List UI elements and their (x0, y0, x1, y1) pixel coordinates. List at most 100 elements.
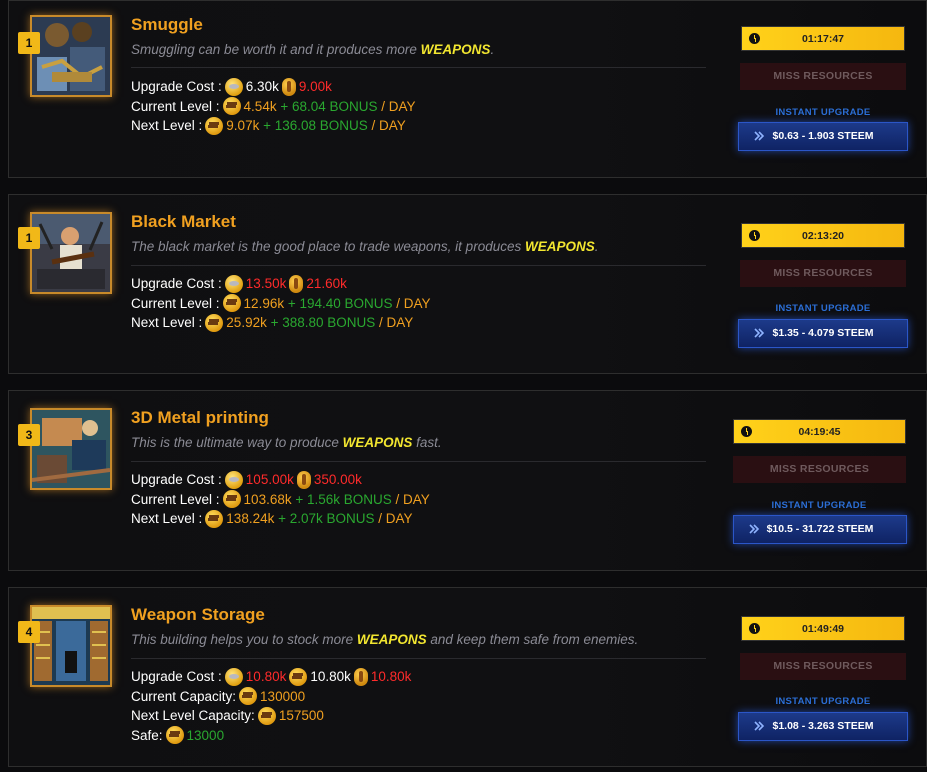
upgrade-timer: 04:19:45 (733, 419, 906, 444)
instant-upgrade-label: INSTANT UPGRADE (771, 500, 867, 511)
gun-icon (205, 509, 224, 528)
stat-label: Current Level : (131, 98, 220, 114)
divider (131, 265, 706, 266)
stat-value: + 1.56k BONUS (291, 491, 392, 507)
bottle-icon (289, 274, 304, 293)
building-image (30, 15, 112, 97)
stat-value: 4.54k (243, 98, 277, 114)
steem-icon (754, 131, 765, 141)
stat-row: Upgrade Cost : 10.80k 10.80k 10.80k (131, 667, 411, 687)
gun-icon (239, 687, 258, 706)
stat-label: Next Level : (131, 511, 203, 526)
building-description: Smuggling can be worth it and it produce… (131, 42, 495, 57)
building-title: Smuggle (131, 15, 203, 34)
clock-icon (749, 623, 760, 634)
building-description: The black market is the good place to tr… (131, 239, 599, 254)
coin-icon (224, 274, 243, 293)
stat-row: Next Level : 9.07k + 136.08 BONUS / DAY (131, 116, 416, 136)
building-card-smuggle: 1 Smuggle Smuggling can be worth it and … (8, 0, 927, 178)
stat-value: 157500 (278, 708, 324, 723)
stat-label: Current Level : (131, 491, 220, 507)
stat-label: Upgrade Cost : (131, 79, 222, 94)
stat-row: Next Level : 138.24k + 2.07k BONUS / DAY (131, 509, 430, 529)
miss-resources-button[interactable]: MISS RESOURCES (740, 63, 906, 90)
bottle-icon (281, 77, 296, 96)
stat-label: Next Level : (131, 118, 203, 133)
stat-label: Next Level Capacity: (131, 708, 255, 723)
level-badge: 4 (18, 621, 40, 643)
stat-row: Next Level Capacity: 157500 (131, 706, 411, 726)
building-description: This building helps you to stock more WE… (131, 632, 639, 647)
building-card-weapon-storage: 4 Weapon Storage This building helps you… (8, 587, 927, 767)
stat-row: Current Capacity: 130000 (131, 687, 411, 707)
clock-icon (741, 426, 752, 437)
stat-value: 10.80k (310, 669, 351, 684)
stats: Upgrade Cost : 13.50k 21.60k Current Level… (131, 274, 431, 333)
stats: Upgrade Cost : 10.80k 10.80k 10.80k Current… (131, 667, 411, 745)
miss-resources-button[interactable]: MISS RESOURCES (740, 260, 906, 287)
stats: Upgrade Cost : 6.30k 9.00k Current Level :… (131, 77, 416, 136)
stat-value: / DAY (374, 511, 413, 526)
stat-value: 10.80k (370, 669, 412, 684)
stat-value: + 2.07k BONUS (274, 511, 375, 526)
stat-value: 6.30k (245, 79, 279, 94)
building-card-black-market: 1 Black Market The black market is the g… (8, 194, 927, 374)
instant-upgrade-steem-button[interactable]: $1.35 - 4.079 STEEM (738, 319, 908, 348)
instant-upgrade-steem-button[interactable]: $10.5 - 31.722 STEEM (733, 515, 907, 544)
gun-icon (222, 97, 241, 116)
upgrade-timer: 01:49:49 (741, 616, 905, 641)
gun-icon (289, 667, 308, 686)
stat-value: / DAY (375, 315, 414, 330)
stat-value: 25.92k (226, 315, 267, 330)
gun-icon (257, 706, 276, 725)
building-image (30, 408, 112, 490)
gun-icon (205, 313, 224, 332)
steem-icon (749, 524, 760, 534)
divider (131, 461, 706, 462)
instant-upgrade-label: INSTANT UPGRADE (775, 303, 871, 314)
stat-value: 12.96k (243, 295, 285, 311)
clock-icon (749, 230, 760, 241)
stat-row: Upgrade Cost : 6.30k 9.00k (131, 77, 416, 97)
stat-row: Current Level : 103.68k + 1.56k BONUS / … (131, 490, 430, 510)
stat-value: 105.00k (245, 472, 294, 487)
divider (131, 658, 706, 659)
stat-value: 9.07k (226, 118, 260, 133)
stat-value: 13000 (186, 727, 225, 743)
bottle-icon (353, 667, 368, 686)
stat-value: 10.80k (245, 669, 287, 684)
instant-upgrade-steem-button[interactable]: $1.08 - 3.263 STEEM (738, 712, 908, 741)
stat-label: Current Level : (131, 295, 220, 311)
stat-label: Upgrade Cost : (131, 472, 222, 487)
steem-icon (754, 721, 765, 731)
level-badge: 1 (18, 32, 40, 54)
instant-upgrade-steem-button[interactable]: $0.63 - 1.903 STEEM (738, 122, 908, 151)
gun-icon (205, 116, 224, 135)
building-title: 3D Metal printing (131, 408, 269, 427)
stat-value: + 194.40 BONUS (284, 295, 393, 311)
gun-icon (165, 726, 184, 745)
stat-label: Next Level : (131, 315, 203, 330)
stat-value: 130000 (260, 688, 306, 704)
stat-value: 13.50k (245, 276, 287, 291)
building-title: Black Market (131, 212, 236, 231)
miss-resources-button[interactable]: MISS RESOURCES (740, 653, 906, 680)
stat-label: Upgrade Cost : (131, 276, 222, 291)
coin-icon (224, 77, 243, 96)
stat-row: Current Level : 12.96k + 194.40 BONUS / … (131, 294, 431, 314)
level-badge: 3 (18, 424, 40, 446)
stat-value: / DAY (377, 98, 416, 114)
miss-resources-button[interactable]: MISS RESOURCES (733, 456, 906, 483)
stat-label: Current Capacity: (131, 688, 237, 704)
gun-icon (222, 294, 241, 313)
stat-row: Next Level : 25.92k + 388.80 BONUS / DAY (131, 313, 431, 333)
instant-upgrade-label: INSTANT UPGRADE (775, 696, 871, 707)
stat-row: Current Level : 4.54k + 68.04 BONUS / DA… (131, 97, 416, 117)
stat-value: 9.00k (298, 79, 332, 94)
building-card-3d-metal-printing: 3 3D Metal printing This is the ultimate… (8, 390, 927, 571)
stat-value: 21.60k (306, 276, 347, 291)
stat-value: 350.00k (313, 472, 362, 487)
bottle-icon (296, 470, 311, 489)
instant-upgrade-label: INSTANT UPGRADE (775, 107, 871, 118)
stat-value: / DAY (367, 118, 406, 133)
